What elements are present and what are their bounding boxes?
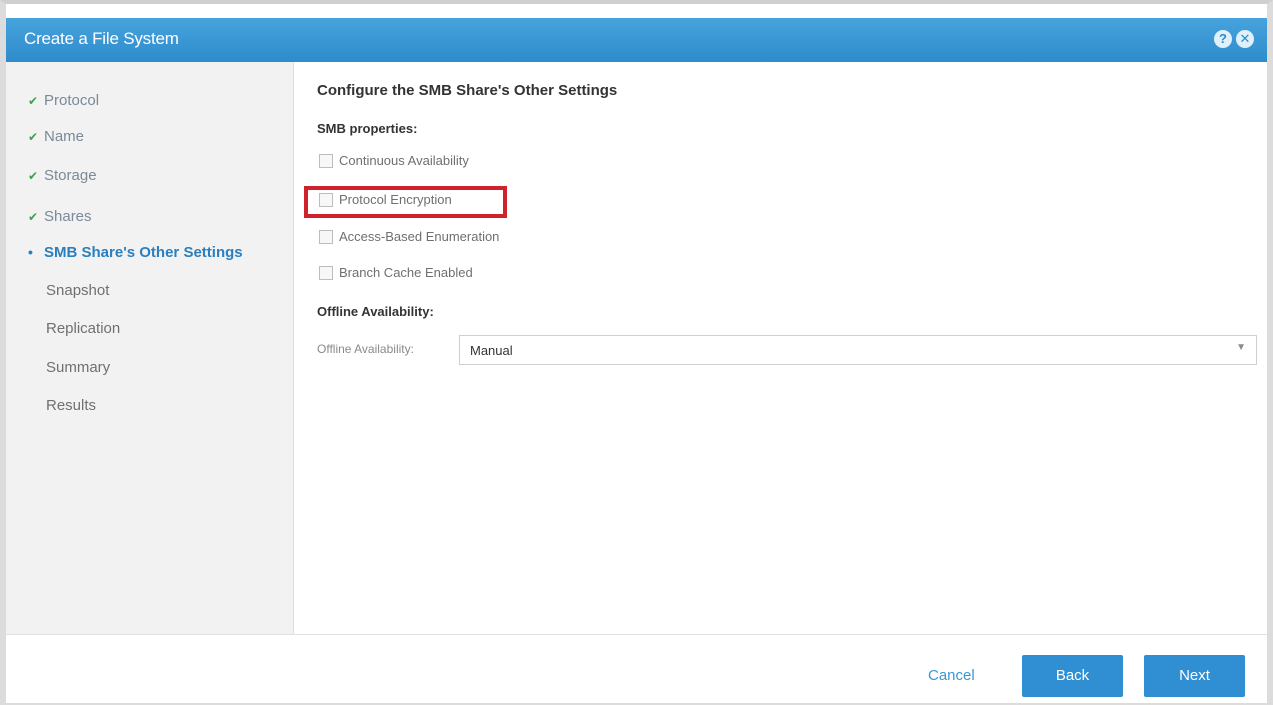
- access-based-enumeration-checkbox[interactable]: Access-Based Enumeration: [319, 229, 499, 249]
- step-name[interactable]: ✔ Name: [28, 128, 84, 145]
- dialog-title: Create a File System: [24, 29, 179, 48]
- checkmark-icon: ✔: [28, 169, 39, 183]
- checkbox-box[interactable]: [319, 192, 333, 207]
- close-icon[interactable]: ✕: [1236, 30, 1254, 48]
- step-label: Results: [46, 397, 97, 414]
- settings-panel: Configure the SMB Share's Other Settings…: [294, 62, 1267, 634]
- step-label: Storage: [44, 167, 97, 184]
- offline-availability-row: Offline Availability: Manual ▼: [317, 335, 1257, 365]
- checkmark-icon: ✔: [28, 94, 39, 108]
- checkbox-label: Protocol Encryption: [339, 192, 452, 207]
- dialog-footer: Cancel Back Next: [6, 634, 1267, 703]
- step-results: Results: [46, 397, 96, 414]
- step-label: Replication: [46, 320, 121, 337]
- dialog-title-bar: Create a File System ? ✕: [6, 18, 1267, 62]
- create-file-system-dialog: Create a File System ? ✕ ✔ Protocol ✔ Name…: [0, 0, 1273, 705]
- checkbox-label: Access-Based Enumeration: [339, 229, 500, 244]
- checkmark-icon: ✔: [28, 130, 39, 144]
- cancel-button[interactable]: Cancel: [928, 667, 975, 684]
- branch-cache-enabled-checkbox[interactable]: Branch Cache Enabled: [319, 265, 473, 285]
- step-replication: Replication: [46, 320, 120, 337]
- back-button[interactable]: Back: [1022, 655, 1123, 697]
- offline-availability-heading: Offline Availability:: [317, 304, 434, 319]
- chevron-down-icon[interactable]: ▼: [1236, 342, 1246, 353]
- smb-properties-label: SMB properties:: [317, 121, 418, 136]
- checkmark-icon: ✔: [28, 210, 39, 224]
- continuous-availability-checkbox[interactable]: Continuous Availability: [319, 153, 469, 173]
- step-label: Shares: [44, 208, 92, 225]
- page-title: Configure the SMB Share's Other Settings: [317, 82, 618, 99]
- step-summary: Summary: [46, 359, 110, 376]
- checkbox-label: Continuous Availability: [339, 153, 469, 168]
- offline-availability-select[interactable]: Manual ▼: [459, 335, 1257, 365]
- step-storage[interactable]: ✔ Storage: [28, 167, 97, 184]
- step-shares[interactable]: ✔ Shares: [28, 208, 92, 225]
- next-button[interactable]: Next: [1144, 655, 1245, 697]
- offline-availability-field-label: Offline Availability:: [317, 342, 414, 356]
- step-snapshot: Snapshot: [46, 282, 109, 299]
- checkbox-box[interactable]: [319, 265, 333, 280]
- bullet-icon: •: [28, 244, 33, 260]
- checkbox-label: Branch Cache Enabled: [339, 265, 473, 280]
- wizard-steps-sidebar: ✔ Protocol ✔ Name ✔ Storage ✔ Shares • SMB Sh…: [6, 62, 294, 634]
- step-label: Summary: [46, 359, 111, 376]
- step-label: Name: [44, 128, 85, 145]
- checkbox-box[interactable]: [319, 229, 333, 244]
- step-smb-share-other-settings[interactable]: • SMB Share's Other Settings: [28, 244, 243, 261]
- step-protocol[interactable]: ✔ Protocol: [28, 92, 99, 109]
- help-icon[interactable]: ?: [1214, 30, 1232, 48]
- step-label: SMB Share's Other Settings: [44, 244, 243, 261]
- offline-availability-value: Manual: [470, 343, 513, 358]
- step-label: Protocol: [44, 92, 100, 109]
- step-label: Snapshot: [46, 282, 110, 299]
- protocol-encryption-checkbox[interactable]: Protocol Encryption: [319, 192, 452, 212]
- checkbox-box[interactable]: [319, 153, 333, 168]
